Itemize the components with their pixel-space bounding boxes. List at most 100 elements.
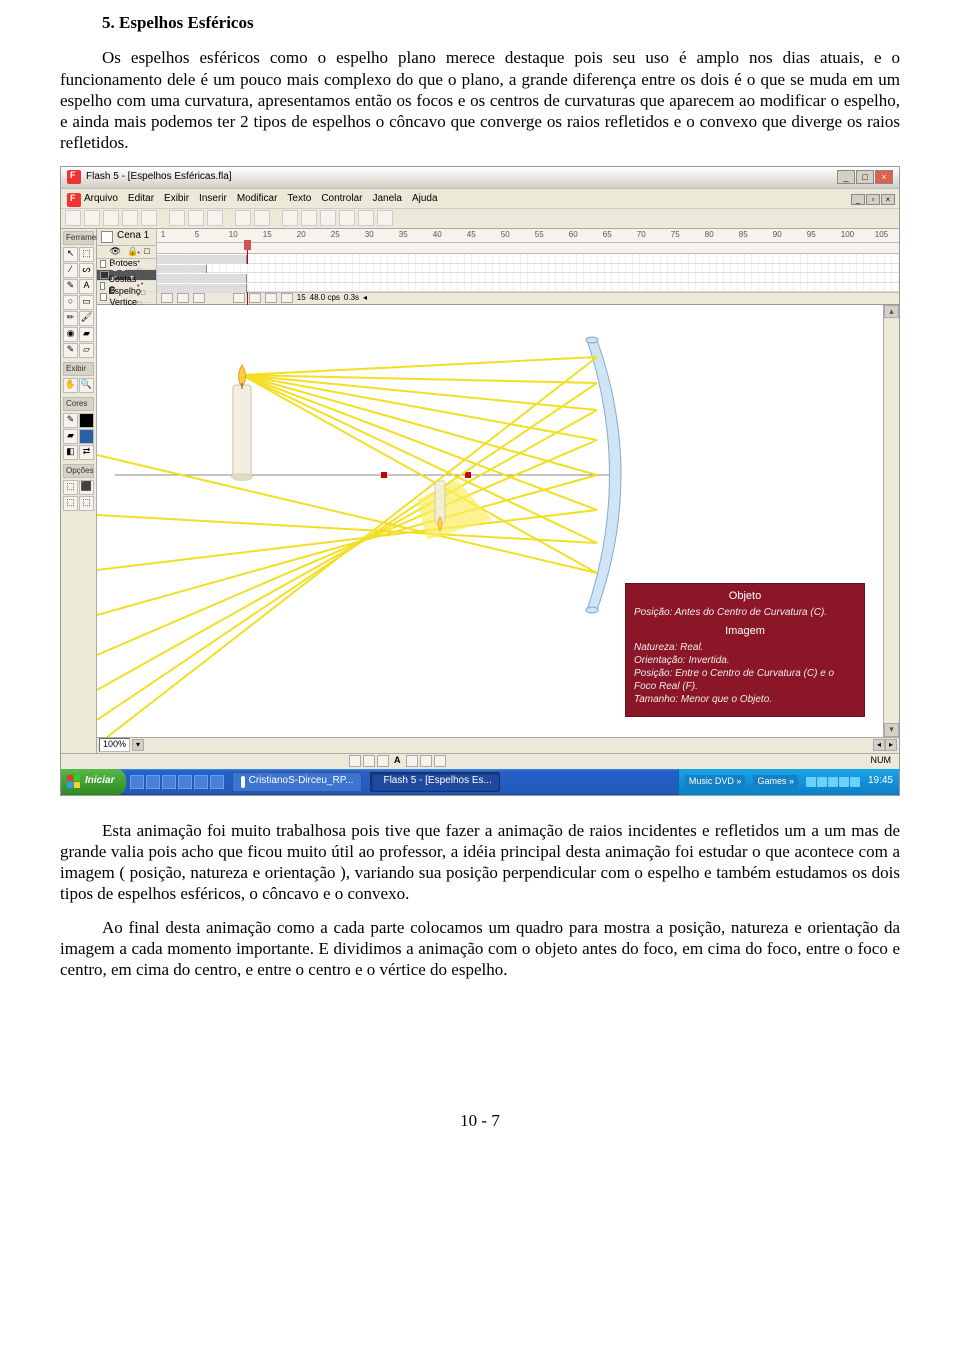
onion-icon[interactable] (233, 293, 245, 303)
scene-bar[interactable]: Cena 1 (97, 229, 156, 246)
tray-2-icon[interactable] (817, 777, 827, 787)
option-4-icon[interactable]: ⬚ (79, 496, 94, 511)
pen-tool-icon[interactable]: ✎ (63, 279, 78, 294)
default-colors-icon[interactable]: ◧ (63, 445, 78, 460)
si6-icon[interactable] (434, 755, 446, 767)
save-icon[interactable] (103, 210, 119, 226)
zoom-field[interactable]: 100% (99, 738, 130, 751)
swap-colors-icon[interactable]: ⇄ (79, 445, 94, 460)
mdi-restore[interactable]: ▫ (866, 194, 880, 205)
eye-icon[interactable]: 👁 (110, 246, 121, 258)
text-tool-icon[interactable]: A (79, 279, 94, 294)
align-icon[interactable] (377, 210, 393, 226)
tray-5-icon[interactable] (850, 777, 860, 787)
onion3-icon[interactable] (265, 293, 277, 303)
arrow-tool-icon[interactable]: ↖ (63, 247, 78, 262)
close-button[interactable]: × (875, 170, 893, 184)
fill-swatch[interactable] (79, 429, 94, 444)
cut-icon[interactable] (169, 210, 185, 226)
copy-icon[interactable] (188, 210, 204, 226)
hand-tool-icon[interactable]: ✋ (63, 378, 78, 393)
menu-controlar[interactable]: Controlar (321, 193, 362, 206)
new-icon[interactable] (65, 210, 81, 226)
menu-arquivo[interactable]: Arquivo (84, 193, 118, 206)
chip-music[interactable]: Music DVD » (685, 775, 746, 788)
tray-3-icon[interactable] (828, 777, 838, 787)
straighten-icon[interactable] (320, 210, 336, 226)
option-2-icon[interactable]: ⬛ (79, 480, 94, 495)
print-icon[interactable] (122, 210, 138, 226)
menu-editar[interactable]: Editar (128, 193, 154, 206)
rotate-icon[interactable] (339, 210, 355, 226)
ql-4-icon[interactable] (178, 775, 192, 789)
task-word[interactable]: CristianoS-Dirceu_RP... (232, 772, 362, 792)
ql-5-icon[interactable] (194, 775, 208, 789)
option-1-icon[interactable]: ⬚ (63, 480, 78, 495)
mdi-minimize[interactable]: _ (851, 194, 865, 205)
track-2[interactable] (157, 264, 900, 274)
ql-2-icon[interactable] (146, 775, 160, 789)
open-icon[interactable] (84, 210, 100, 226)
pencil-tool-icon[interactable]: ✏ (63, 311, 78, 326)
task-flash[interactable]: Flash 5 - [Espelhos Es... (370, 772, 500, 792)
subselect-tool-icon[interactable]: ⬚ (79, 247, 94, 262)
start-button[interactable]: Iniciar (61, 769, 126, 795)
vertical-scrollbar[interactable] (883, 305, 899, 737)
horizontal-scrollbar[interactable]: 100% ▾ ◂ ▸ (97, 737, 899, 753)
undo-icon[interactable] (235, 210, 251, 226)
rect-tool-icon[interactable]: ▭ (79, 295, 94, 310)
zoom-tool-icon[interactable]: 🔍 (79, 378, 94, 393)
brush-tool-icon[interactable]: 🖌 (79, 311, 94, 326)
fill-color-icon[interactable]: ▰ (63, 429, 78, 444)
maximize-button[interactable]: □ (856, 170, 874, 184)
menu-janela[interactable]: Janela (372, 193, 401, 206)
tray-4-icon[interactable] (839, 777, 849, 787)
scroll-left-icon[interactable]: ◂ (873, 739, 885, 751)
stroke-color-icon[interactable]: ✎ (63, 413, 78, 428)
ink-tool-icon[interactable]: ◉ (63, 327, 78, 342)
lasso-tool-icon[interactable]: ᔕ (79, 263, 94, 278)
track-1[interactable] (157, 254, 900, 264)
menu-modificar[interactable]: Modificar (237, 193, 278, 206)
minimize-button[interactable]: _ (837, 170, 855, 184)
scale-icon[interactable] (358, 210, 374, 226)
bucket-tool-icon[interactable]: ▰ (79, 327, 94, 342)
menu-texto[interactable]: Texto (287, 193, 311, 206)
add-layer-icon[interactable] (161, 293, 173, 303)
tray-1-icon[interactable] (806, 777, 816, 787)
ql-3-icon[interactable] (162, 775, 176, 789)
si5-icon[interactable] (420, 755, 432, 767)
chip-games[interactable]: Games » (753, 775, 798, 788)
si2-icon[interactable] (363, 755, 375, 767)
track-3[interactable] (157, 273, 900, 283)
mdi-close[interactable]: × (881, 194, 895, 205)
scroll-right-icon[interactable]: ▸ (885, 739, 897, 751)
onion4-icon[interactable] (281, 293, 293, 303)
line-tool-icon[interactable]: ∕ (63, 263, 78, 278)
delete-layer-icon[interactable] (193, 293, 205, 303)
redo-icon[interactable] (254, 210, 270, 226)
stroke-swatch[interactable] (79, 413, 94, 428)
preview-icon[interactable] (141, 210, 157, 226)
si3-icon[interactable] (377, 755, 389, 767)
oval-tool-icon[interactable]: ○ (63, 295, 78, 310)
onion2-icon[interactable] (249, 293, 261, 303)
dropper-tool-icon[interactable]: ✎ (63, 343, 78, 358)
menu-ajuda[interactable]: Ajuda (412, 193, 438, 206)
ql-1-icon[interactable] (130, 775, 144, 789)
smooth-icon[interactable] (301, 210, 317, 226)
menu-inserir[interactable]: Inserir (199, 193, 227, 206)
layer-vertice[interactable]: B Vertice• • □ (97, 292, 156, 303)
si1-icon[interactable] (349, 755, 361, 767)
si4-icon[interactable] (406, 755, 418, 767)
option-3-icon[interactable]: ⬚ (63, 496, 78, 511)
menu-exibir[interactable]: Exibir (164, 193, 189, 206)
ql-6-icon[interactable] (210, 775, 224, 789)
add-guide-icon[interactable] (177, 293, 189, 303)
eraser-tool-icon[interactable]: ▱ (79, 343, 94, 358)
zoom-dropdown-icon[interactable]: ▾ (132, 739, 144, 751)
track-4[interactable] (157, 283, 900, 293)
paste-icon[interactable] (207, 210, 223, 226)
frame-ruler[interactable]: 1510152025303540455055606570758085909510… (157, 229, 900, 244)
snap-icon[interactable] (282, 210, 298, 226)
